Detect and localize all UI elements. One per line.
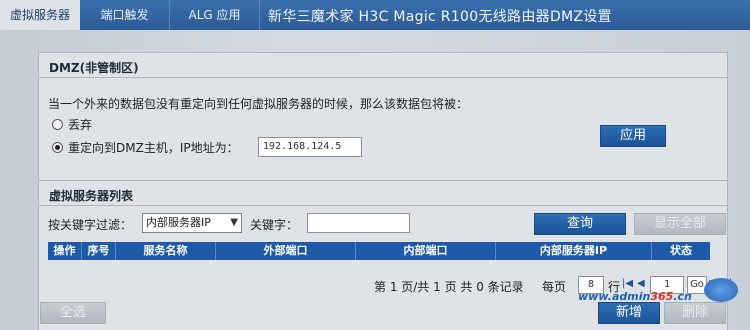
tab-bar: 虚拟服务器 端口触发 ALG 应用 新华三魔术家 H3C Magic R100无… bbox=[0, 0, 750, 30]
watermark-part: admin bbox=[611, 290, 651, 303]
tab-port-trigger[interactable]: 端口触发 bbox=[80, 0, 170, 30]
dmz-ip-input[interactable]: 192.168.124.5 bbox=[258, 137, 362, 157]
option-discard-label: 丢弃 bbox=[68, 118, 93, 132]
watermark-part: 365 bbox=[650, 290, 674, 303]
first-page-icon[interactable]: |◀ bbox=[622, 277, 633, 291]
radio-redirect[interactable] bbox=[52, 142, 63, 153]
col-internal-port: 内部端口 bbox=[356, 242, 496, 260]
tab-virtual-server[interactable]: 虚拟服务器 bbox=[0, 0, 80, 30]
vs-list-title: 虚拟服务器列表 bbox=[49, 189, 134, 203]
query-button[interactable]: 查询 bbox=[534, 213, 626, 235]
chevron-down-icon: ▼ bbox=[230, 217, 238, 228]
apply-button[interactable]: 应用 bbox=[600, 125, 666, 147]
filter-select[interactable]: 内部服务器IP ▼ bbox=[142, 213, 242, 233]
tab-alg[interactable]: ALG 应用 bbox=[170, 0, 260, 30]
option-redirect-label: 重定向到DMZ主机，IP地址为： bbox=[68, 141, 239, 155]
filter-select-value: 内部服务器IP bbox=[146, 216, 211, 229]
table-header: 操作 序号 服务名称 外部端口 内部端口 内部服务器IP 状态 bbox=[48, 242, 710, 260]
add-button[interactable]: 新增 bbox=[598, 302, 660, 324]
divider bbox=[39, 77, 727, 78]
col-status: 状态 bbox=[670, 244, 692, 257]
divider bbox=[39, 205, 727, 206]
select-all-button[interactable]: 全选 bbox=[40, 302, 106, 324]
keyword-label: 关键字： bbox=[250, 218, 299, 232]
col-index: 序号 bbox=[82, 242, 116, 260]
watermark-part: .cn bbox=[673, 290, 692, 303]
show-all-button[interactable]: 显示全部 bbox=[634, 213, 726, 235]
watermark: www.admin365.cn bbox=[578, 290, 692, 303]
overlay-title: 新华三魔术家 H3C Magic R100无线路由器DMZ设置 bbox=[268, 9, 612, 25]
dmz-title: DMZ(非管制区) bbox=[49, 61, 139, 75]
dmz-panel: DMZ(非管制区) bbox=[38, 52, 728, 192]
watermark-logo-icon bbox=[704, 278, 738, 302]
col-action: 操作 bbox=[48, 242, 82, 260]
watermark-part: www. bbox=[578, 290, 612, 303]
radio-discard[interactable] bbox=[52, 119, 63, 130]
filter-label: 按关键字过滤： bbox=[48, 218, 133, 232]
delete-button[interactable]: 删除 bbox=[664, 302, 726, 324]
keyword-input[interactable] bbox=[307, 213, 410, 233]
page-summary: 第 1 页/共 1 页 共 0 条记录 bbox=[374, 280, 524, 294]
col-external-port: 外部端口 bbox=[216, 242, 356, 260]
col-internal-ip: 内部服务器IP bbox=[496, 242, 652, 260]
per-page-label: 每页 bbox=[542, 280, 567, 294]
prev-page-icon[interactable]: ◀ bbox=[637, 277, 645, 291]
dmz-description: 当一个外来的数据包没有重定向到任何虚拟服务器的时候，那么该数据包将被： bbox=[48, 97, 469, 111]
col-service-name: 服务名称 bbox=[116, 242, 216, 260]
